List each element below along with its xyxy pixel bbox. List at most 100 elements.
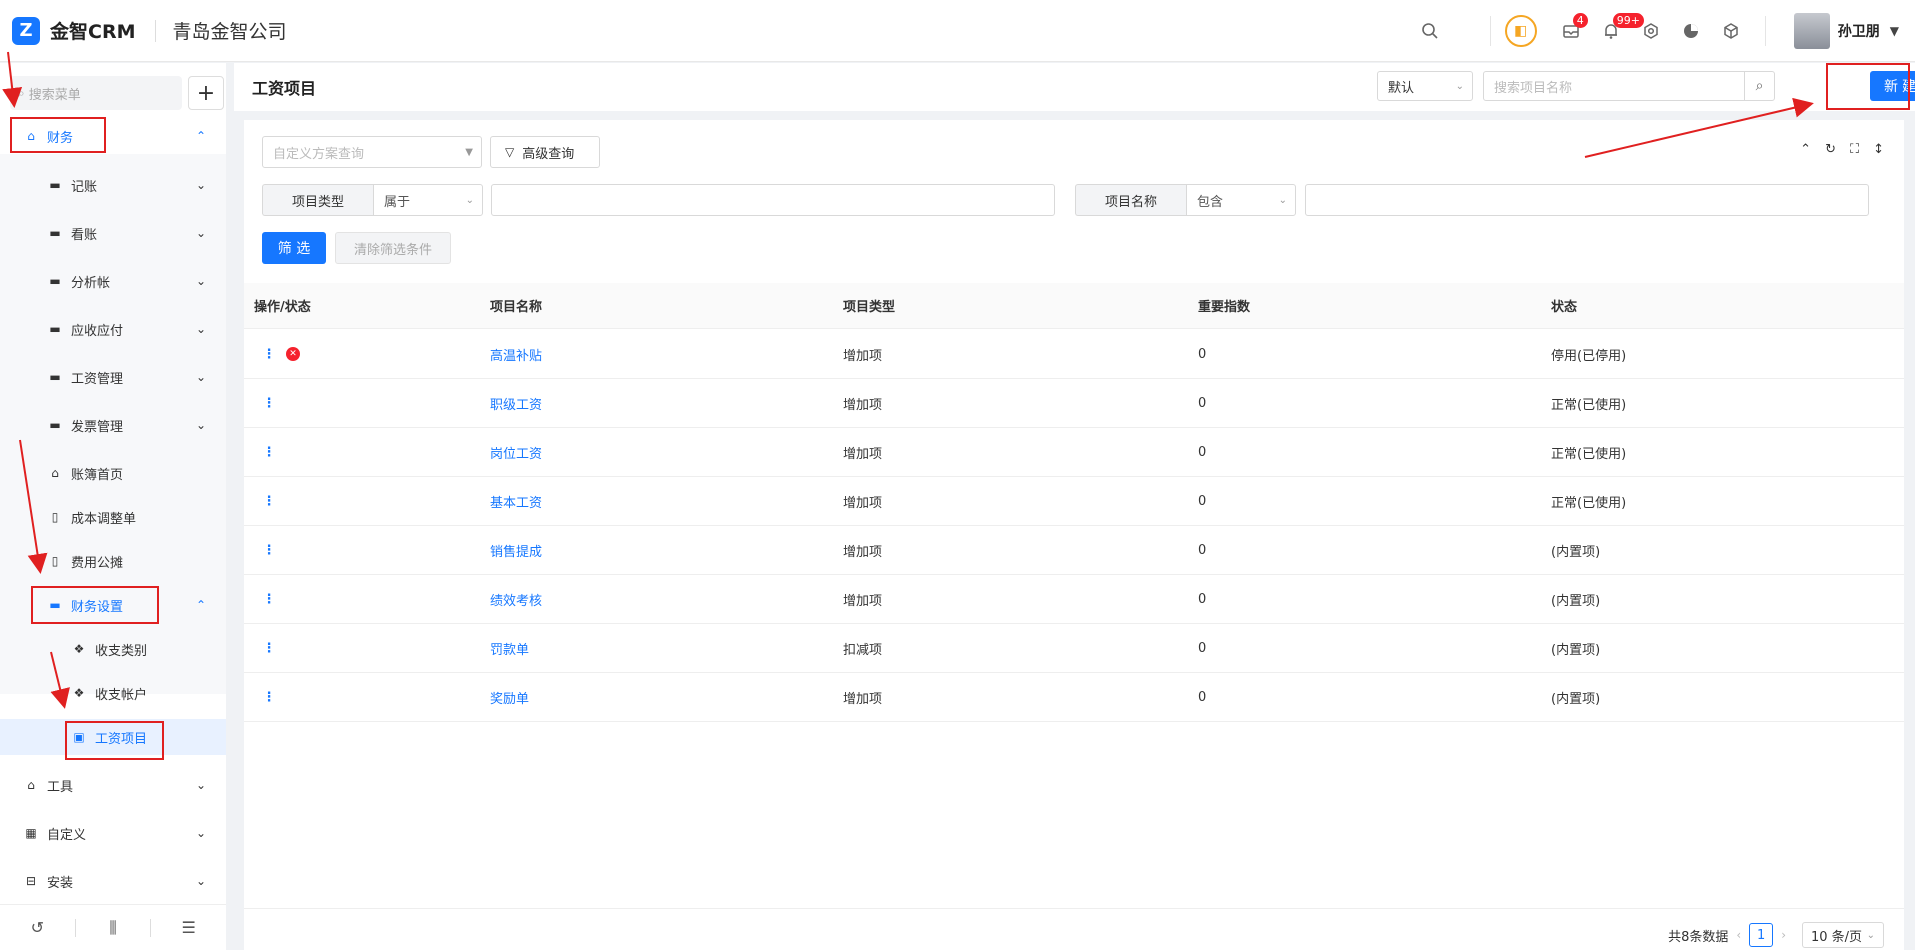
item-name-link[interactable]: 奖励单 [490,673,529,721]
more-actions-icon[interactable]: ⋮ [262,445,276,460]
type-operator-value: 属于 [384,194,411,210]
table-row[interactable]: ⋮ 销售提成 增加项 0 (内置项) [244,526,1904,575]
table-row[interactable]: ⋮ 绩效考核 增加项 0 (内置项) [244,575,1904,624]
chevron-down-icon: ⌄ [195,322,206,336]
row-actions: ⋮ [254,575,276,623]
folder-icon: ▬ [49,226,61,240]
project-search-input[interactable]: 搜索项目名称 ⌕ [1483,71,1775,101]
advanced-query-button[interactable]: ▽ 高级查询 [490,136,600,168]
table-row[interactable]: ⋮ 岗位工资 增加项 0 正常(已使用) [244,428,1904,477]
column-header-status[interactable]: 状态 [1551,283,1577,328]
name-operator-select[interactable]: 包含 ⌄ [1186,184,1296,216]
message-icon[interactable]: 4 [1551,11,1591,51]
sidebar-item-label: 自定义 [47,827,87,843]
item-name-link[interactable]: 基本工资 [490,477,542,525]
refresh-icon[interactable]: ↻ [1825,142,1836,157]
item-name-link[interactable]: 岗位工资 [490,428,542,476]
add-menu-button[interactable]: + [188,76,224,110]
bell-icon[interactable]: 99+ [1591,11,1644,51]
name-filter-input[interactable] [1305,184,1869,216]
item-name-link[interactable]: 罚款单 [490,624,529,672]
column-header-action[interactable]: 操作/状态 [254,283,311,328]
item-name-link[interactable]: 职级工资 [490,379,542,427]
sidebar-item-salary-items[interactable]: ▣ 工资项目 [0,719,226,755]
sidebar-item-invoices[interactable]: ▬ 发票管理 ⌄ [0,407,226,443]
column-header-importance[interactable]: 重要指数 [1198,283,1250,328]
more-actions-icon[interactable]: ⋮ [262,347,276,362]
cube-icon[interactable] [1711,11,1751,51]
item-type: 增加项 [843,495,883,511]
fullscreen-icon[interactable]: ⛶ [1850,142,1859,157]
search-icon[interactable]: ⌕ [1744,72,1774,100]
item-name-link[interactable]: 绩效考核 [490,575,542,623]
sidebar-item-cost-adjustment[interactable]: ▯ 成本调整单 [0,499,226,535]
sidebar-item-tools[interactable]: ⌂ 工具 ⌄ [0,767,226,803]
sidebar-item-finance-settings[interactable]: ▬ 财务设置 ⌃ [0,587,226,623]
sidebar-item-bookkeeping[interactable]: ▬ 记账 ⌄ [0,167,226,203]
item-name-link[interactable]: 销售提成 [490,526,542,574]
type-filter-input[interactable] [491,184,1055,216]
total-count: 共8条数据 [1668,929,1729,945]
item-name-link[interactable]: 高温补贴 [490,330,542,378]
search-icon[interactable] [1410,11,1450,51]
collapse-menu-icon[interactable]: ☰ [151,918,226,937]
sidebar-item-payroll[interactable]: ▬ 工资管理 ⌄ [0,359,226,395]
sidebar-item-accounts[interactable]: ❖ 收支帐户 [0,675,226,711]
caret-down-icon[interactable]: ▼ [1890,24,1899,38]
user-name[interactable]: 孙卫朋 [1838,21,1880,41]
filter-button[interactable]: 筛 选 [262,232,326,264]
scheme-select[interactable]: 自定义方案查询 ▼ [262,136,482,168]
sidebar-item-expense-sharing[interactable]: ▯ 费用公摊 [0,543,226,579]
folder-icon: ▬ [49,178,61,192]
pie-chart-icon[interactable] [1671,11,1711,51]
item-importance: 0 [1198,444,1207,460]
page-size-select[interactable]: 10 条/页 ⌄ [1802,922,1884,948]
folder-icon: ▬ [49,370,61,384]
more-actions-icon[interactable]: ⋮ [262,543,276,558]
more-actions-icon[interactable]: ⋮ [262,592,276,607]
sidebar-item-finance[interactable]: ⌂ 财务 ⌃ [0,118,226,154]
name-filter-label: 项目名称 [1075,184,1186,216]
document-icon: ▯ [51,510,59,524]
sidebar-item-label: 应收应付 [71,323,124,339]
sidebar-item-receivables[interactable]: ▬ 应收应付 ⌄ [0,311,226,347]
table-row[interactable]: ⋮ 职级工资 增加项 0 正常(已使用) [244,379,1904,428]
chevron-down-icon: ⌄ [195,178,206,192]
sidebar-search-input[interactable]: ⌕ 搜索菜单 [10,76,182,110]
more-actions-icon[interactable]: ⋮ [262,494,276,509]
more-actions-icon[interactable]: ⋮ [262,690,276,705]
sidebar-item-custom[interactable]: ▦ 自定义 ⌄ [0,815,226,851]
table-row[interactable]: ⋮ 罚款单 扣减项 0 (内置项) [244,624,1904,673]
avatar[interactable] [1793,13,1830,49]
column-header-type[interactable]: 项目类型 [843,283,895,328]
prev-page-icon[interactable]: ‹ [1736,928,1741,942]
collapse-icon[interactable]: ⌃ [1800,142,1811,157]
sliders-icon[interactable]: ⫼ [76,918,151,938]
sidebar-item-income-categories[interactable]: ❖ 收支类别 [0,631,226,667]
next-page-icon[interactable]: › [1781,928,1786,942]
page-button[interactable]: 1 [1749,923,1774,947]
plugin-icon[interactable]: ◧ [1504,15,1537,47]
sidebar-item-ledger-home[interactable]: ⌂ 账簿首页 [0,455,226,491]
row-height-icon[interactable]: ↕ [1873,142,1884,157]
table-row[interactable]: ⋮ 奖励单 增加项 0 (内置项) [244,673,1904,722]
settings-icon[interactable] [1631,11,1671,51]
clear-filter-button[interactable]: 清除筛选条件 [335,232,451,264]
sidebar-item-label: 分析帐 [71,275,111,291]
column-header-name[interactable]: 项目名称 [490,283,542,328]
sidebar-item-view-accounts[interactable]: ▬ 看账 ⌄ [0,215,226,251]
table-row[interactable]: ⋮ 基本工资 增加项 0 正常(已使用) [244,477,1904,526]
sidebar-item-analysis[interactable]: ▬ 分析帐 ⌄ [0,263,226,299]
type-operator-select[interactable]: 属于 ⌄ [373,184,483,216]
item-status: 正常(已使用) [1551,446,1627,462]
row-actions: ⋮ [254,477,276,525]
sidebar-item-install[interactable]: ⊟ 安装 ⌄ [0,863,226,899]
table-row[interactable]: ⋮ ✕ 高温补贴 增加项 0 停用(已停用) [244,330,1904,379]
more-actions-icon[interactable]: ⋮ [262,396,276,411]
history-icon[interactable]: ↺ [0,918,75,937]
new-button[interactable]: 新建 [1870,71,1915,101]
company-name[interactable]: 青岛金智公司 [172,17,286,44]
logo[interactable]: Z 金智CRM [12,16,135,45]
more-actions-icon[interactable]: ⋮ [262,641,276,656]
view-select[interactable]: 默认 ⌄ [1377,71,1473,101]
